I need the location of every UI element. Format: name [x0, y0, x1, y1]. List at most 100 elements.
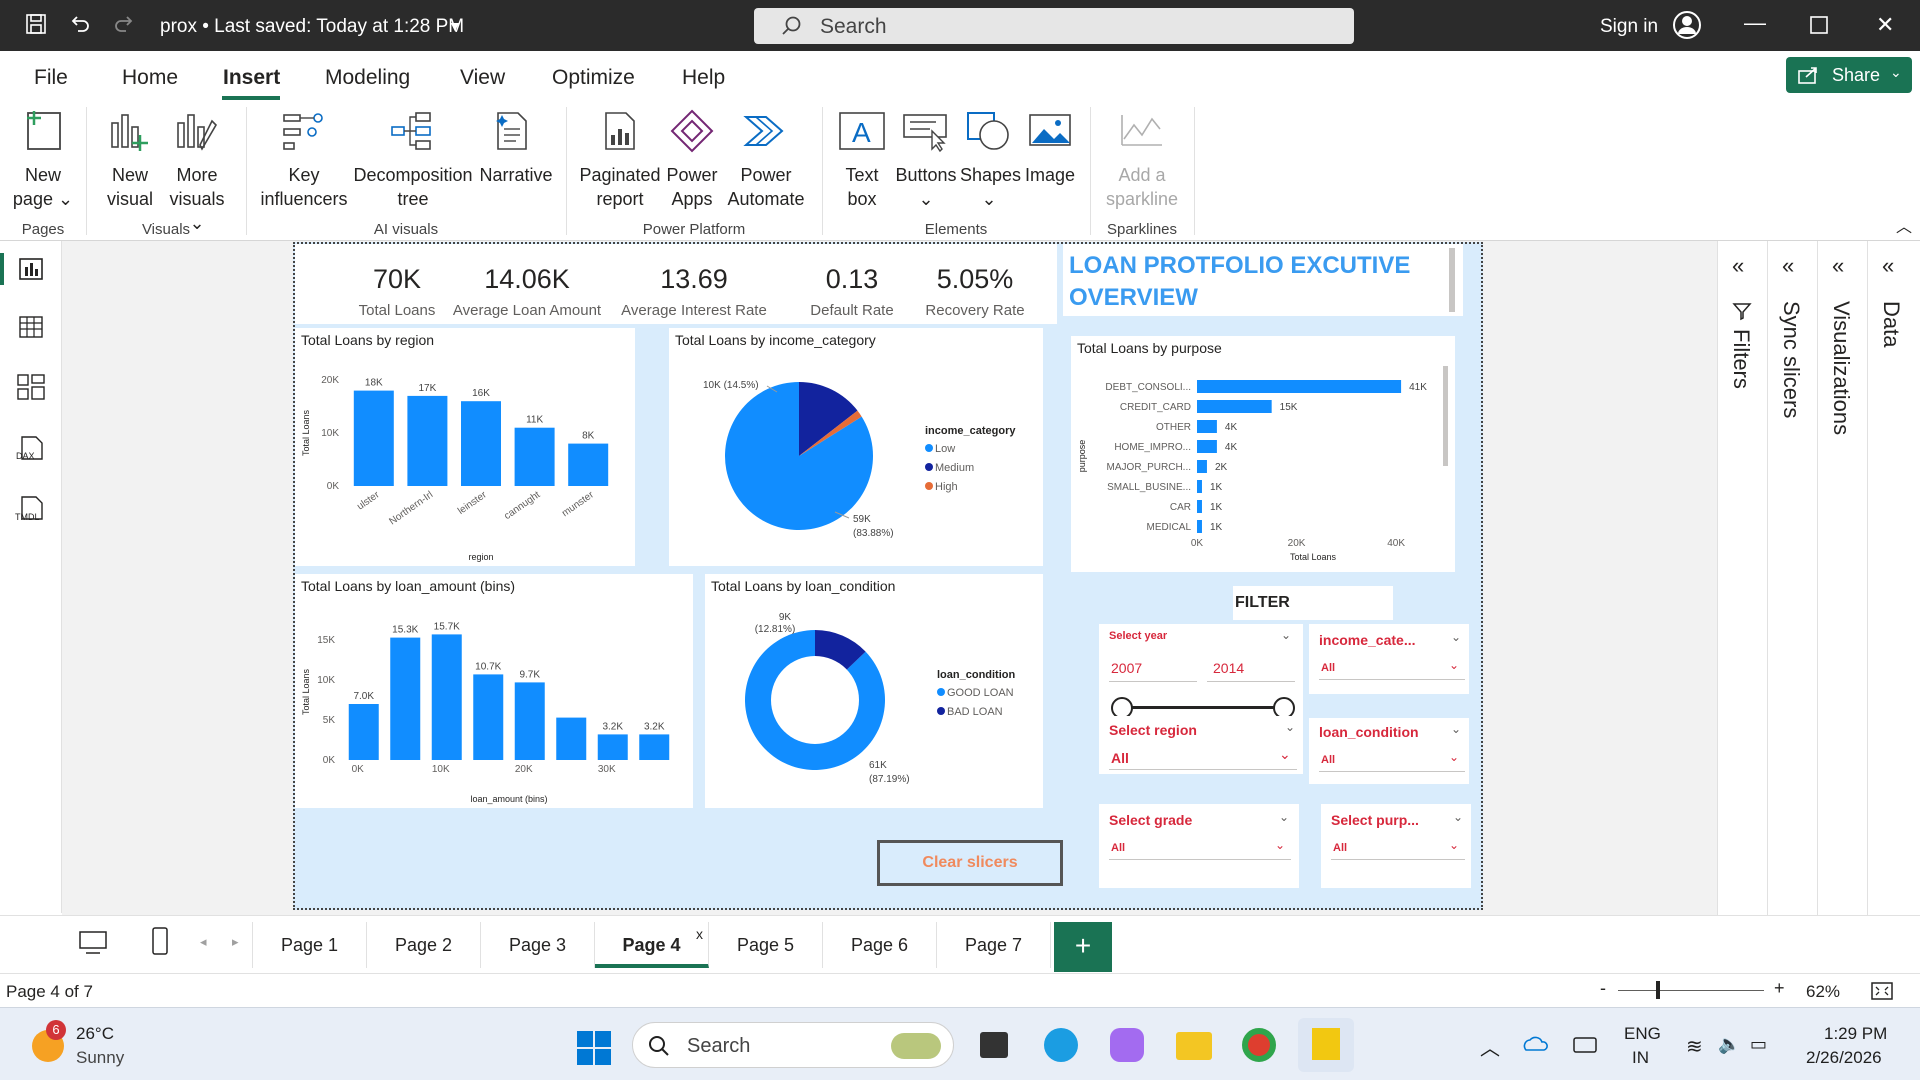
loan-condition-slicer-chevron-icon[interactable]: ⌄ [1451, 722, 1461, 736]
region-slicer-dropdown[interactable]: All ⌄ [1109, 744, 1297, 770]
sync-slicers-expand-icon[interactable]: « [1782, 253, 1794, 279]
wifi-icon[interactable]: ≋ [1686, 1034, 1703, 1059]
tmdl-view-icon[interactable]: TMDL [14, 495, 48, 523]
filters-pane[interactable]: « Filters [1717, 241, 1767, 915]
scroll-tabs-left-icon[interactable]: ◂ [200, 934, 207, 950]
purpose-slicer-chevron-icon[interactable]: ⌄ [1453, 810, 1463, 824]
purpose-slicer-dropdown[interactable]: All ⌄ [1331, 836, 1465, 860]
tab-page-4[interactable]: Page 4 [595, 922, 709, 968]
tab-page-7[interactable]: Page 7 [937, 922, 1051, 968]
onedrive-icon[interactable] [1522, 1034, 1548, 1054]
share-button[interactable]: Share ⌄ [1786, 57, 1912, 93]
desktop-layout-icon[interactable] [78, 930, 108, 956]
visualizations-pane[interactable]: « Visualizations [1817, 241, 1867, 915]
year-to-input[interactable]: 2014 [1207, 654, 1295, 682]
account-icon[interactable] [1672, 10, 1702, 46]
title-dropdown-icon[interactable]: ▼ [448, 18, 462, 34]
tab-page-6[interactable]: Page 6 [823, 922, 937, 968]
visualizations-expand-icon[interactable]: « [1832, 253, 1844, 279]
menu-help[interactable]: Help [682, 66, 725, 90]
add-sparkline-button[interactable]: Add a sparkline [1098, 163, 1186, 211]
minimize-icon[interactable]: — [1744, 10, 1766, 36]
zoom-slider-thumb[interactable] [1656, 981, 1660, 999]
new-visual-button[interactable]: New visual [100, 163, 160, 211]
zoom-out-icon[interactable]: - [1600, 978, 1606, 999]
mobile-layout-icon[interactable] [150, 926, 170, 956]
buttons-button[interactable]: Buttons ⌄ [892, 163, 960, 211]
maximize-icon[interactable] [1810, 14, 1828, 40]
narrative-button[interactable]: Narrative [474, 163, 558, 187]
language-code[interactable]: ENG [1624, 1024, 1661, 1044]
redo-icon[interactable] [112, 12, 136, 42]
menu-insert[interactable]: Insert [223, 66, 280, 90]
region-slicer-chevron-icon[interactable]: ⌄ [1285, 720, 1295, 734]
top-search-box[interactable]: Search [754, 8, 1354, 44]
file-explorer-icon[interactable] [1176, 1032, 1212, 1060]
zoom-in-icon[interactable]: + [1774, 978, 1785, 999]
tab-page-3[interactable]: Page 3 [481, 922, 595, 968]
report-view-icon[interactable] [18, 257, 44, 281]
menu-optimize[interactable]: Optimize [552, 66, 635, 90]
clock-time[interactable]: 1:29 PM [1824, 1024, 1887, 1044]
taskbar-search-box[interactable]: Search [632, 1022, 954, 1068]
power-automate-button[interactable]: Power Automate [724, 163, 808, 211]
shapes-button[interactable]: Shapes ⌄ [960, 163, 1021, 211]
sign-in-link[interactable]: Sign in [1600, 16, 1658, 38]
tab-page-1[interactable]: Page 1 [253, 922, 367, 968]
close-icon[interactable]: ✕ [1876, 12, 1894, 38]
text-box-button[interactable]: Text box [834, 163, 890, 211]
data-pane[interactable]: « Data [1867, 241, 1917, 915]
close-tab-icon[interactable]: x [696, 926, 703, 942]
grade-slicer-chevron-icon[interactable]: ⌄ [1279, 810, 1289, 824]
fit-to-page-icon[interactable] [1870, 981, 1894, 1001]
clock-date[interactable]: 2/26/2026 [1806, 1048, 1882, 1068]
filters-expand-icon[interactable]: « [1732, 253, 1744, 279]
year-slicer-chevron-icon[interactable]: ⌄ [1281, 628, 1291, 642]
tab-page-2[interactable]: Page 2 [367, 922, 481, 968]
dax-query-view-icon[interactable]: DAX [14, 435, 46, 463]
grade-slicer-dropdown[interactable]: All ⌄ [1109, 836, 1291, 860]
power-bi-taskbar-item[interactable] [1298, 1018, 1354, 1072]
sync-slicers-pane[interactable]: « Sync slicers [1767, 241, 1817, 915]
new-page-button[interactable]: New page ⌄ [6, 163, 80, 211]
menu-modeling[interactable]: Modeling [325, 66, 410, 90]
task-view-icon[interactable] [980, 1032, 1008, 1058]
decomposition-tree-button[interactable]: Decomposition tree [352, 163, 474, 211]
menu-view[interactable]: View [460, 66, 505, 90]
chrome-browser-icon[interactable] [1242, 1028, 1276, 1062]
loan-condition-slicer-dropdown[interactable]: All ⌄ [1319, 748, 1465, 772]
save-icon[interactable] [24, 12, 48, 42]
paginated-report-button[interactable]: Paginated report [578, 163, 662, 211]
copilot-icon[interactable] [1110, 1028, 1144, 1062]
year-from-input[interactable]: 2007 [1109, 654, 1197, 682]
key-influencers-button[interactable]: Key influencers [256, 163, 352, 211]
collapse-ribbon-icon[interactable]: ︿ [1896, 213, 1912, 237]
model-view-icon[interactable] [16, 373, 46, 401]
volume-icon[interactable]: 🔈 [1718, 1034, 1740, 1055]
data-expand-icon[interactable]: « [1882, 253, 1894, 279]
image-button[interactable]: Image [1022, 163, 1078, 187]
income-slicer-chevron-icon[interactable]: ⌄ [1451, 630, 1461, 644]
language-region[interactable]: IN [1632, 1048, 1649, 1068]
clear-slicers-button[interactable]: Clear slicers [877, 840, 1063, 886]
scroll-tabs-right-icon[interactable]: ▸ [232, 934, 239, 950]
zoom-slider-track[interactable] [1618, 990, 1764, 991]
year-slider-track[interactable] [1121, 706, 1283, 709]
power-apps-button[interactable]: Power Apps [662, 163, 722, 211]
menu-file[interactable]: File [34, 66, 68, 90]
income-slicer-dropdown[interactable]: All ⌄ [1319, 656, 1465, 680]
weather-temp[interactable]: 26°C [76, 1024, 114, 1044]
menu-home[interactable]: Home [122, 66, 178, 90]
title-scrollbar[interactable] [1449, 248, 1455, 312]
show-hidden-icons[interactable]: ︿ [1480, 1032, 1500, 1061]
document-title[interactable]: prox • Last saved: Today at 1:28 PM [160, 16, 464, 38]
windows-start-icon[interactable] [576, 1030, 612, 1066]
add-page-button[interactable]: + [1054, 922, 1112, 972]
tab-page-5[interactable]: Page 5 [709, 922, 823, 968]
table-view-icon[interactable] [18, 315, 44, 339]
undo-icon[interactable] [68, 12, 92, 42]
purpose-chart-scrollbar[interactable] [1443, 366, 1448, 466]
edge-browser-icon[interactable] [1044, 1028, 1078, 1062]
battery-icon[interactable]: ▭ [1750, 1034, 1767, 1055]
weather-condition[interactable]: Sunny [76, 1048, 124, 1068]
